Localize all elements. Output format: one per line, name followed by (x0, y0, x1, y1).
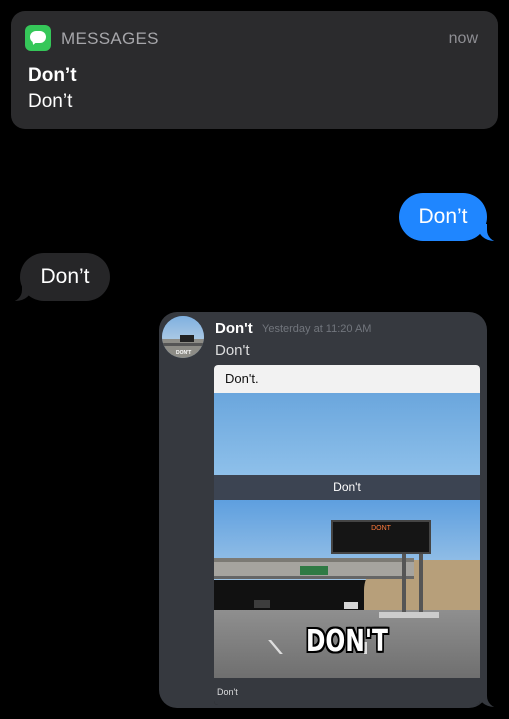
incoming-message-bubble[interactable]: Don’t (20, 253, 110, 301)
embedded-username: Don't (215, 320, 253, 337)
messages-icon (25, 25, 51, 51)
billboard-text: DONT (371, 525, 391, 532)
highway-photo: DONT DON'T (214, 500, 480, 678)
outgoing-message-text: Don’t (418, 205, 468, 228)
meme-footer (214, 678, 480, 705)
meme-footer-text: Don't (217, 687, 238, 697)
avatar: DON'T (162, 316, 204, 358)
image-message-bubble[interactable]: DON'T Don't Yesterday at 11:20 AM Don't … (159, 312, 487, 708)
meme-image: Don't. Don't DONT DON'T Don't (214, 365, 480, 705)
outgoing-message-bubble[interactable]: Don’t (399, 193, 487, 241)
notification-time: now (448, 30, 478, 47)
embedded-message-text: Don't (215, 342, 250, 359)
highway-sign (300, 566, 328, 575)
incoming-message-text: Don’t (40, 265, 90, 288)
notification-app-name: MESSAGES (61, 29, 159, 48)
meme-header-text: Don't. (225, 371, 259, 386)
meme-caption-text: Don't (333, 480, 361, 494)
notification-banner[interactable]: MESSAGES now Don’t Don’t (11, 11, 498, 129)
notification-title: Don’t (28, 65, 77, 86)
meme-sky (214, 393, 480, 475)
embedded-timestamp: Yesterday at 11:20 AM (262, 323, 372, 335)
notification-body: Don’t (28, 91, 73, 112)
meme-big-caption: DON'T (305, 624, 389, 659)
